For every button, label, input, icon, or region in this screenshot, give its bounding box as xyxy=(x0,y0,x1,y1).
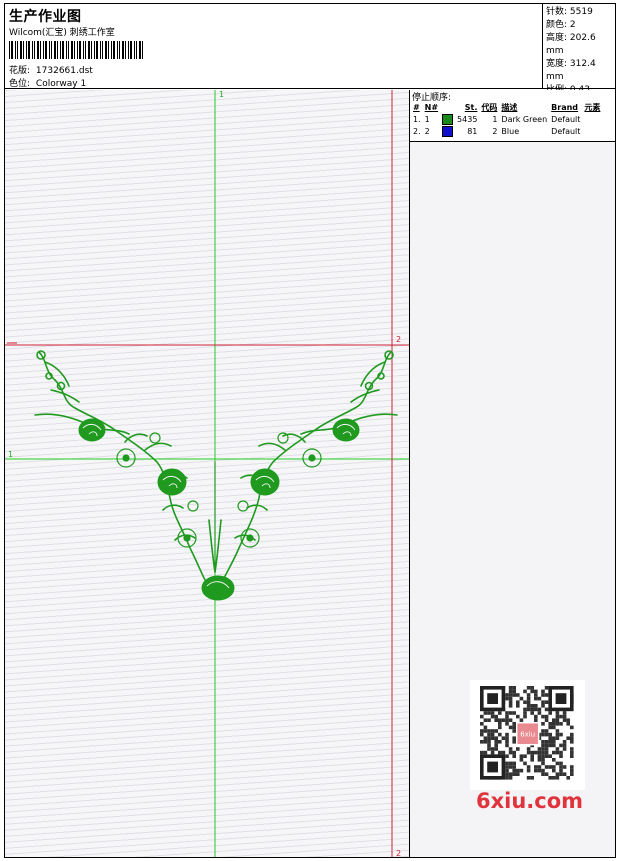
qr-code-watermark: 6xiu xyxy=(470,680,585,790)
stats-panel: 针数: 5519 颜色: 2 高度: 202.6 mm 宽度: 312.4 mm… xyxy=(542,3,616,95)
page-title: 生产作业图 xyxy=(9,9,82,25)
design-label: 花版: xyxy=(9,66,31,76)
col-num: # xyxy=(413,102,420,112)
table-row[interactable]: 1. 1 5435 1 Dark Green Default xyxy=(411,113,602,125)
qr-stamp-text: 6xiu xyxy=(520,730,535,738)
stat-stitches: 针数: 5519 xyxy=(546,7,593,17)
color-swatch xyxy=(442,125,454,137)
stop-sequence-panel: 停止顺序: # N# St. 代码 描述 Brand 元素 1. 1 5435 … xyxy=(410,90,615,142)
colorway-value: Colorway 1 xyxy=(35,79,87,89)
stat-colors: 颜色: 2 xyxy=(546,20,576,30)
guide-label-green-h: 1 xyxy=(8,450,13,459)
table-row[interactable]: 2. 2 81 2 Blue Default xyxy=(411,125,602,137)
guide-label-red-v: 2 xyxy=(396,849,401,857)
col-swatch xyxy=(440,101,455,113)
site-logo-watermark: 6xiu.com xyxy=(476,789,584,813)
colorway-field: 色位: Colorway 1 xyxy=(9,76,86,89)
daisy-motifs xyxy=(116,432,322,548)
col-brand: Brand xyxy=(551,102,579,112)
embroidery-design xyxy=(34,350,398,581)
table-header-row: # N# St. 代码 描述 Brand 元素 xyxy=(411,101,602,113)
design-canvas[interactable]: 1 1 2 2 xyxy=(5,90,410,857)
barcode xyxy=(9,41,143,59)
guide-label-red-h: 2 xyxy=(396,335,401,344)
stat-width: 宽度: 312.4 mm xyxy=(546,59,596,82)
rose-motifs xyxy=(78,418,360,601)
col-stitches: St. xyxy=(464,102,478,112)
colorway-label: 色位: xyxy=(9,79,31,89)
design-field: 花版: 1732661.dst xyxy=(9,63,93,76)
col-element: 元素 xyxy=(584,102,601,112)
guide-label-green-v: 1 xyxy=(219,90,224,99)
col-desc: 描述 xyxy=(501,102,518,112)
color-swatch xyxy=(442,113,454,125)
design-value: 1732661.dst xyxy=(35,66,93,76)
studio-subtitle: Wilcom(汇宝) 刺绣工作室 xyxy=(9,28,115,38)
stop-sequence-table: # N# St. 代码 描述 Brand 元素 1. 1 5435 1 Dark… xyxy=(411,101,602,137)
col-n: N# xyxy=(424,102,439,112)
design-preview: 1 1 2 2 xyxy=(5,90,409,857)
stat-height: 高度: 202.6 mm xyxy=(546,33,596,56)
header-panel: 生产作业图 Wilcom(汇宝) 刺绣工作室 花版: 1732661.dst 色… xyxy=(4,3,616,95)
col-code: 代码 xyxy=(481,102,498,112)
